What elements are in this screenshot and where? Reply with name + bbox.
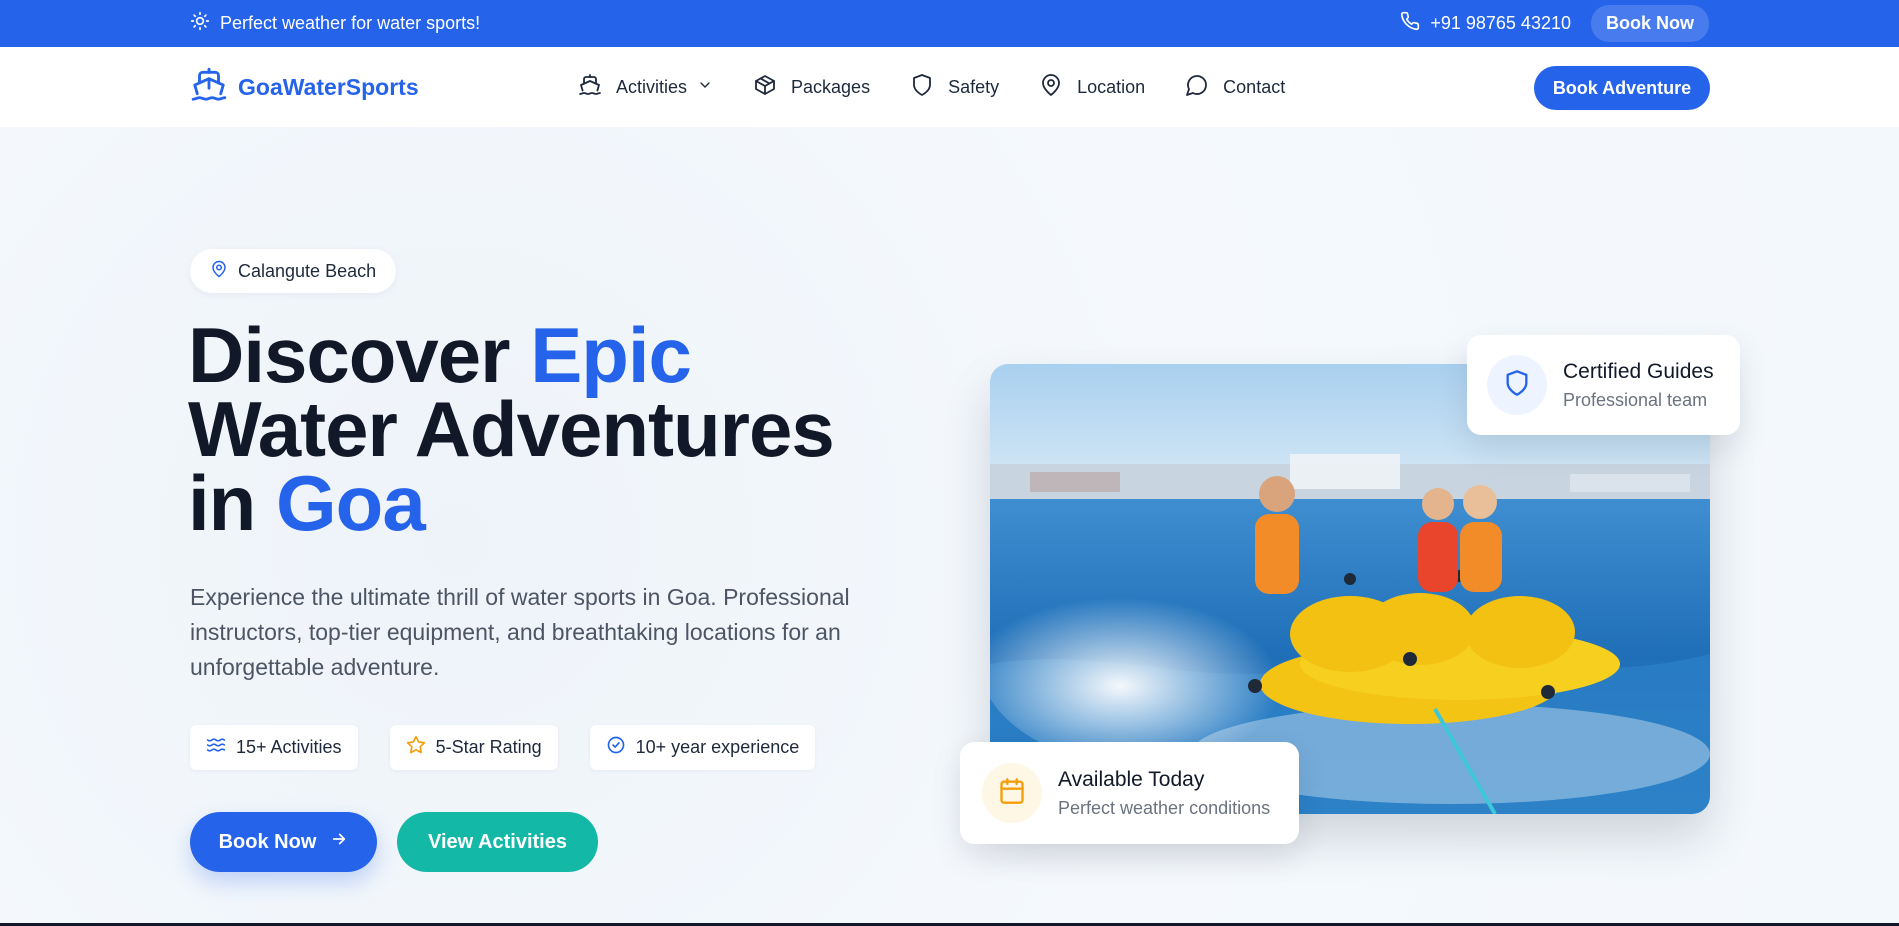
boat-logo-icon — [190, 66, 228, 109]
map-pin-icon — [1039, 73, 1063, 102]
nav-item-contact[interactable]: Contact — [1185, 73, 1285, 102]
shield-icon — [1503, 369, 1531, 402]
weather-notice: Perfect weather for water sports! — [190, 0, 480, 47]
stat-activities-label: 15+ Activities — [236, 737, 342, 757]
topbar-book-button[interactable]: Book Now — [1591, 5, 1709, 42]
chevron-down-icon — [697, 77, 713, 98]
available-today-card: Available Today Perfect weather conditio… — [960, 742, 1299, 844]
nav-item-activities[interactable]: Activities — [578, 73, 713, 102]
stat-experience: 10+ year experience — [589, 725, 816, 770]
nav-item-packages[interactable]: Packages — [753, 73, 870, 102]
headline-word-goa: Goa — [276, 459, 426, 547]
brand-name: GoaWaterSports — [238, 73, 419, 100]
arrow-right-icon — [330, 830, 348, 854]
phone-icon — [1400, 11, 1420, 36]
nav-label-packages: Packages — [791, 76, 871, 97]
available-title: Available Today — [1058, 767, 1205, 791]
location-badge-text: Calangute Beach — [238, 260, 377, 281]
guides-title: Certified Guides — [1563, 359, 1714, 383]
weather-text: Perfect weather for water sports! — [220, 13, 481, 33]
brand-logo[interactable]: GoaWaterSports — [190, 47, 419, 127]
star-icon — [406, 735, 426, 760]
book-adventure-button[interactable]: Book Adventure — [1534, 66, 1710, 110]
boat-icon — [578, 73, 602, 102]
calendar-icon — [998, 777, 1026, 810]
available-subtitle: Perfect weather conditions — [1058, 797, 1271, 818]
book-now-button[interactable]: Book Now — [190, 812, 377, 872]
calendar-icon-wrap — [982, 763, 1042, 823]
guides-subtitle: Professional team — [1563, 389, 1708, 410]
phone-link[interactable]: +91 98765 43210 — [1400, 11, 1571, 36]
phone-number: +91 98765 43210 — [1430, 13, 1571, 33]
view-activities-button[interactable]: View Activities — [397, 812, 598, 872]
nav-label-activities: Activities — [616, 76, 688, 97]
nav-item-location[interactable]: Location — [1039, 73, 1145, 102]
check-badge-icon — [606, 735, 626, 760]
hero-stats: 15+ Activities 5-Star Rating 10+ year ex… — [190, 725, 816, 770]
nav-label-contact: Contact — [1223, 76, 1286, 97]
nav-item-safety[interactable]: Safety — [910, 73, 999, 102]
nav-label-location: Location — [1077, 76, 1146, 97]
waves-icon — [206, 735, 226, 760]
stat-rating: 5-Star Rating — [389, 725, 558, 770]
shield-icon-wrap — [1487, 355, 1547, 415]
certified-guides-card: Certified Guides Professional team — [1467, 335, 1740, 435]
map-pin-icon — [210, 260, 228, 283]
stat-rating-label: 5-Star Rating — [435, 737, 542, 757]
announcement-bar: Perfect weather for water sports! +91 98… — [0, 0, 1899, 47]
hero-headline: Discover Epic Water Adventures in Goa — [188, 316, 835, 542]
stat-activities: 15+ Activities — [190, 725, 358, 770]
shield-icon — [910, 73, 934, 102]
stat-experience-label: 10+ year experience — [635, 737, 800, 757]
chat-icon — [1185, 73, 1209, 102]
location-badge: Calangute Beach — [190, 249, 397, 293]
main-nav: GoaWaterSports Activities Packages Safet… — [0, 47, 1899, 127]
hero-description: Experience the ultimate thrill of water … — [190, 584, 850, 680]
book-now-label: Book Now — [218, 830, 317, 853]
nav-label-safety: Safety — [948, 76, 1000, 97]
sun-icon — [190, 11, 210, 36]
headline-word-in: in — [188, 459, 256, 547]
package-icon — [753, 73, 777, 102]
nav-menu: Activities Packages Safety Location Cont… — [578, 47, 1285, 127]
